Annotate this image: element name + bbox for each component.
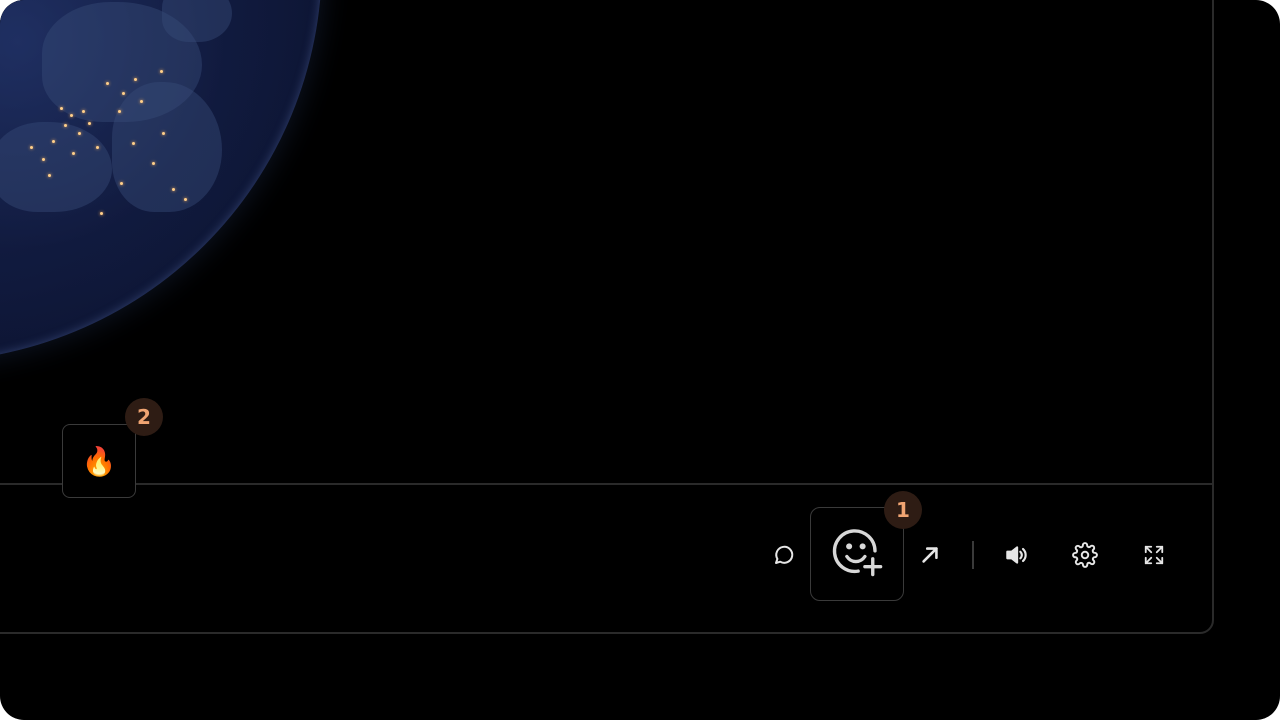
city-light <box>72 152 75 155</box>
fire-reaction-button[interactable]: 🔥 <box>62 424 136 498</box>
city-light <box>88 122 91 125</box>
city-light <box>118 110 121 113</box>
city-light <box>30 146 33 149</box>
city-light <box>140 100 143 103</box>
land-mass <box>162 0 232 42</box>
city-light <box>134 78 137 81</box>
emoji-add-icon <box>830 525 884 583</box>
city-light <box>82 110 85 113</box>
city-light <box>160 70 163 73</box>
city-light <box>122 92 125 95</box>
city-light <box>96 146 99 149</box>
chat-button[interactable] <box>770 541 798 569</box>
volume-icon <box>1003 542 1029 568</box>
city-light <box>184 198 187 201</box>
share-button[interactable] <box>916 541 944 569</box>
fullscreen-button[interactable] <box>1140 541 1168 569</box>
land-mass <box>0 122 112 212</box>
city-light <box>60 107 63 110</box>
city-light <box>78 132 81 135</box>
earth-globe-image <box>0 0 322 362</box>
video-frame[interactable] <box>0 0 1212 485</box>
city-light <box>120 182 123 185</box>
chat-bubble-icon <box>772 543 796 567</box>
city-light <box>70 114 73 117</box>
control-divider <box>972 541 974 569</box>
city-light <box>106 82 109 85</box>
city-light <box>152 162 155 165</box>
emoji-count-badge: 1 <box>884 491 922 529</box>
fullscreen-icon <box>1143 544 1165 566</box>
city-light <box>100 212 103 215</box>
city-light <box>52 140 55 143</box>
volume-button[interactable] <box>1002 541 1030 569</box>
city-light <box>162 132 165 135</box>
video-player: 1 <box>0 0 1214 634</box>
control-bar: 1 <box>0 485 1212 615</box>
city-light <box>64 124 67 127</box>
gear-icon <box>1072 542 1098 568</box>
land-mass <box>42 2 202 122</box>
reaction-count-badge: 2 <box>125 398 163 436</box>
city-light <box>172 188 175 191</box>
city-light <box>42 158 45 161</box>
settings-button[interactable] <box>1071 541 1099 569</box>
screen: 1 🔥 2 <box>0 0 1280 720</box>
fire-emoji: 🔥 <box>81 444 117 478</box>
city-light <box>48 174 51 177</box>
city-light <box>132 142 135 145</box>
land-mass <box>112 82 222 212</box>
arrow-up-right-icon <box>919 544 941 566</box>
